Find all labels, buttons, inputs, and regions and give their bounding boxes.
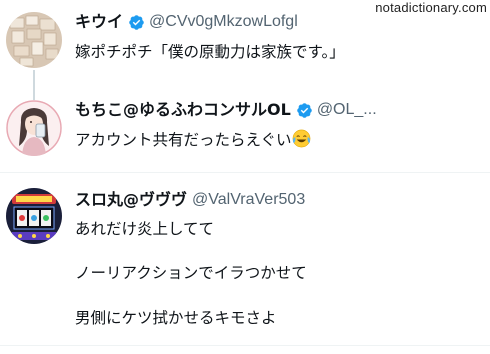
user-handle[interactable]: @CVv0gMkzowLofgl — [149, 12, 298, 32]
verified-badge-icon — [128, 14, 145, 31]
tweet-text-line-1: あれだけ炎上してて — [75, 220, 215, 238]
tweet-text-line-2: ノーリアクションでイラつかせて — [75, 264, 307, 282]
tweet-1[interactable]: キウイ @CVv0gMkzowLofgl 嫁ポチポチ「僕の原動力は家族です。」 — [0, 0, 490, 100]
thread-connector-line — [33, 70, 35, 100]
tweet-header: もちこ@ゆるふわコンサルOL @OL_... — [75, 100, 377, 120]
display-name[interactable]: もちこ@ゆるふわコンサルOL — [75, 100, 291, 120]
tweet-header: スロ丸@ヴヴヴ @ValVraVer503 — [75, 190, 305, 210]
display-name[interactable]: キウイ — [75, 12, 123, 32]
tweet-text: アカウント共有だったらえぐい — [75, 129, 311, 154]
tweet-text-line-3: 男側にケツ拭かせるキモさよ — [75, 309, 277, 327]
tweet-3[interactable]: スロ丸@ヴヴヴ @ValVraVer503 あれだけ炎上してて ノーリアクション… — [0, 173, 490, 345]
avatar[interactable] — [6, 12, 62, 68]
tweet-text: 嫁ポチポチ「僕の原動力は家族です。」 — [75, 43, 345, 61]
tweet-text-content: アカウント共有だったらえぐい — [75, 131, 292, 149]
display-name[interactable]: スロ丸@ヴヴヴ — [75, 190, 187, 210]
avatar[interactable] — [6, 188, 62, 244]
user-handle[interactable]: @OL_... — [317, 100, 377, 120]
verified-badge-icon — [296, 102, 313, 119]
user-handle[interactable]: @ValVraVer503 — [192, 190, 305, 210]
face-with-tears-of-joy-emoji — [292, 129, 311, 154]
tweet-2[interactable]: もちこ@ゆるふわコンサルOL @OL_... アカウント共有だったらえぐい — [0, 100, 490, 172]
tweet-divider — [0, 345, 490, 346]
tweet-header: キウイ @CVv0gMkzowLofgl — [75, 12, 298, 32]
avatar[interactable] — [6, 100, 62, 156]
